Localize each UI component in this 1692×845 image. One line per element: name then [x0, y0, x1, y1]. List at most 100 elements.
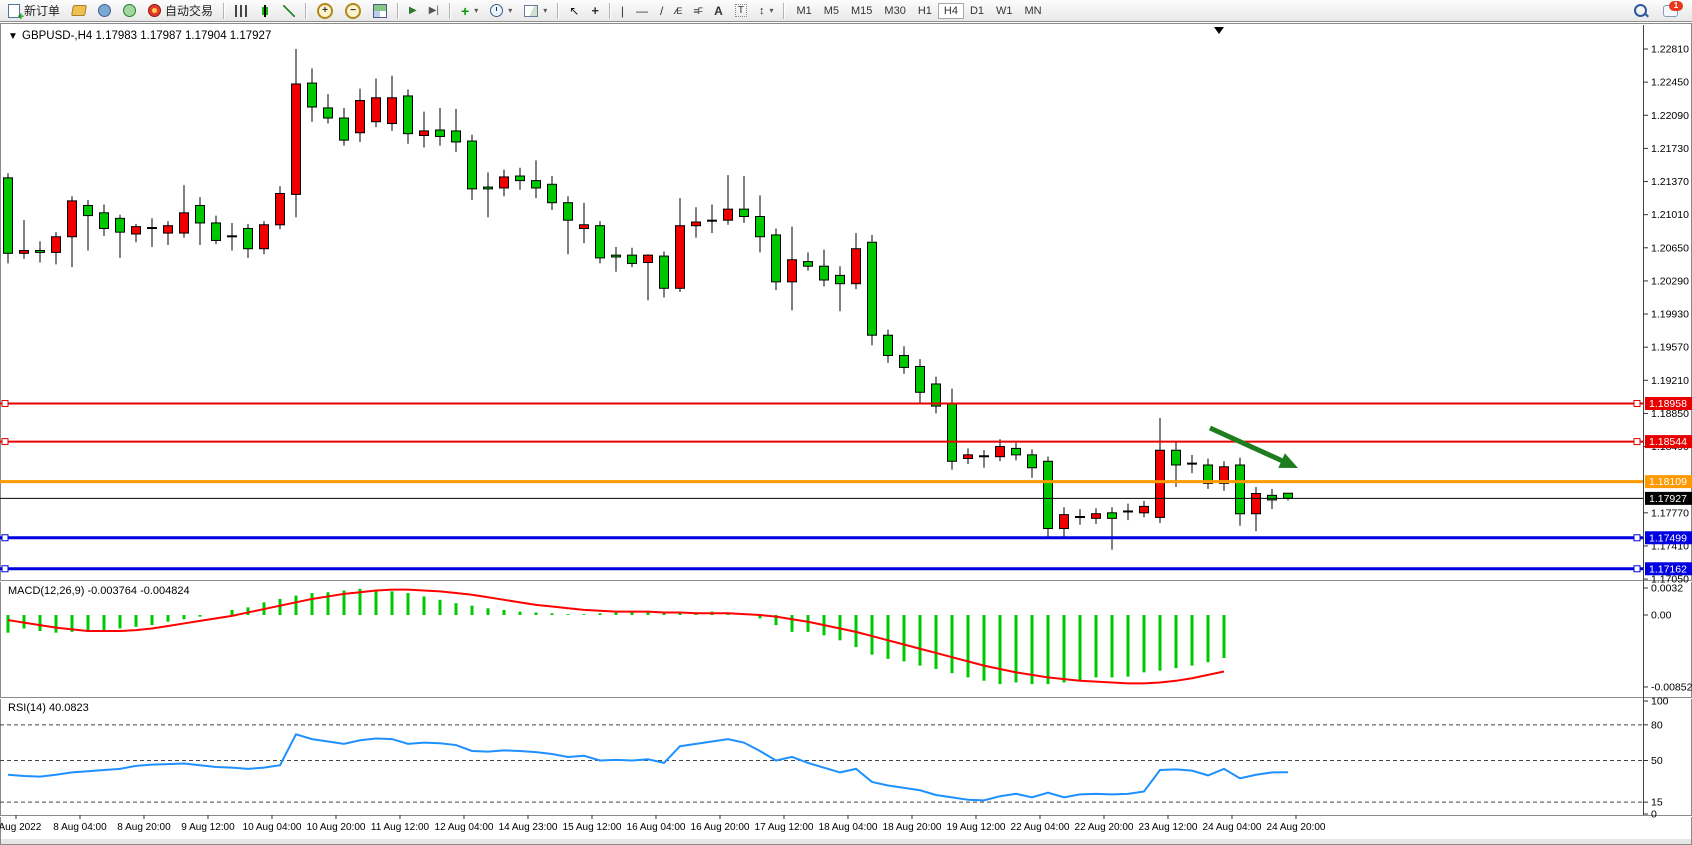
line-handle[interactable] [1634, 566, 1640, 572]
timeframe-mn[interactable]: MN [1019, 3, 1048, 19]
macd-label: MACD(12,26,9) -0.003764 -0.004824 [8, 585, 190, 597]
line-handle[interactable] [1634, 400, 1640, 406]
search-icon [1634, 4, 1647, 17]
candle-body [68, 201, 77, 237]
channel-tool-button[interactable]: ∕∕E [670, 1, 686, 20]
chevron-down-icon: ▾ [543, 6, 547, 15]
time-tick-label: 24 Aug 20:00 [1267, 822, 1326, 833]
timeframe-w1[interactable]: W1 [990, 3, 1019, 19]
label-tool-button[interactable]: T [730, 1, 752, 20]
signals-button[interactable] [118, 1, 141, 20]
candle-body [228, 236, 237, 237]
line-handle[interactable] [1634, 535, 1640, 541]
auto-scroll-button[interactable]: ▶ [404, 1, 422, 20]
chart-shift-button[interactable]: ▶| [424, 1, 444, 20]
time-tick-label: 8 Aug 04:00 [53, 822, 107, 833]
candle-body [196, 205, 205, 222]
candle-body [36, 251, 45, 253]
templates-button[interactable]: ▾ [519, 1, 552, 20]
candle-body [420, 131, 429, 136]
cursor-icon: ↖ [569, 4, 579, 18]
arrows-tool-button[interactable]: ↕▾ [754, 1, 779, 20]
candle-body [388, 98, 397, 124]
time-tick-label: 18 Aug 20:00 [883, 822, 942, 833]
candle-body [276, 193, 285, 224]
line-handle[interactable] [2, 566, 8, 572]
cursor-tool-button[interactable]: ↖ [564, 1, 584, 20]
price-tick-label: 1.19930 [1651, 309, 1689, 321]
candle-body [884, 335, 893, 355]
trendline-tool-button[interactable]: / [655, 1, 668, 20]
zoom-in-button[interactable]: + [312, 1, 338, 20]
timeframe-h1[interactable]: H1 [912, 3, 938, 19]
chart-colors-button[interactable] [67, 1, 91, 20]
horizontal-line-tool-button[interactable]: — [631, 1, 653, 20]
symbol-title: GBPUSD-,H4 1.17983 1.17987 1.17904 1.179… [22, 30, 271, 42]
periods-button[interactable]: ▾ [485, 1, 517, 20]
toolbar-separator [609, 3, 611, 19]
zoom-in-icon: + [317, 3, 333, 19]
candle-body [372, 98, 381, 122]
signal-icon [123, 4, 136, 17]
status-strip [1, 839, 1691, 844]
indicators-icon: + [461, 5, 469, 17]
candle-body [628, 255, 637, 263]
candlestick-chart-button[interactable] [254, 1, 276, 20]
crosshair-tool-button[interactable]: + [586, 1, 604, 20]
candle-body [1076, 517, 1085, 518]
indicators-button[interactable]: +▾ [456, 1, 483, 20]
fibonacci-tool-button[interactable]: ≡F [688, 1, 707, 20]
toolbar-separator [557, 3, 559, 19]
zoom-out-button[interactable]: − [340, 1, 366, 20]
time-tick-label: 10 Aug 04:00 [243, 822, 302, 833]
candle-body [692, 222, 701, 226]
candle-body [1284, 493, 1293, 498]
line-handle[interactable] [2, 439, 8, 445]
time-tick-label: 19 Aug 12:00 [947, 822, 1006, 833]
candle-body [4, 178, 13, 253]
bar-chart-button[interactable] [230, 1, 252, 20]
candle-body [292, 84, 301, 194]
timeframe-h4[interactable]: H4 [938, 3, 964, 19]
paint-bucket-icon [71, 5, 87, 16]
search-button[interactable] [1629, 1, 1652, 20]
candle-body [660, 256, 669, 288]
timeframe-m15[interactable]: M15 [845, 3, 878, 19]
time-tick-label: 24 Aug 04:00 [1203, 822, 1262, 833]
new-order-label: 新订单 [24, 2, 60, 19]
macd-tick-label: 0.00 [1651, 609, 1672, 621]
line-handle[interactable] [2, 535, 8, 541]
vertical-line-tool-button[interactable]: | [616, 1, 629, 20]
profile-button[interactable] [93, 1, 116, 20]
candle-body [324, 108, 333, 118]
tile-windows-button[interactable] [368, 1, 392, 20]
candle-body [1156, 450, 1165, 517]
timeframe-m30[interactable]: M30 [878, 3, 911, 19]
notifications-button[interactable]: 1 [1658, 1, 1683, 20]
text-tool-button[interactable]: A [709, 1, 728, 20]
line-chart-button[interactable] [278, 1, 300, 20]
candle-body [1012, 448, 1021, 454]
timeframe-d1[interactable]: D1 [964, 3, 990, 19]
clock-icon [490, 4, 503, 17]
toolbar-separator [783, 3, 785, 19]
autotrading-button[interactable]: 自动交易 [143, 1, 218, 20]
arrows-icon: ↕ [759, 5, 765, 17]
symbol-dropdown-icon[interactable]: ▼ [8, 31, 18, 42]
timeframe-m1[interactable]: M1 [790, 3, 817, 19]
chart-background [0, 23, 1692, 845]
candle-body [676, 226, 685, 289]
rsi-label: RSI(14) 40.0823 [8, 702, 89, 714]
candle-body [484, 187, 493, 189]
new-order-button[interactable]: 新订单 [3, 1, 65, 20]
candle-body [516, 176, 525, 181]
line-handle[interactable] [1634, 439, 1640, 445]
candle-body [1108, 513, 1117, 519]
chart-canvas[interactable]: 1.228101.224501.220901.217301.213701.210… [0, 0, 1692, 845]
horizontal-line-icon: — [636, 4, 648, 18]
price-badge-label: 1.18958 [1649, 398, 1687, 410]
toolbar-separator [223, 3, 225, 19]
timeframe-m5[interactable]: M5 [818, 3, 845, 19]
tile-windows-icon [373, 4, 387, 18]
line-handle[interactable] [2, 400, 8, 406]
